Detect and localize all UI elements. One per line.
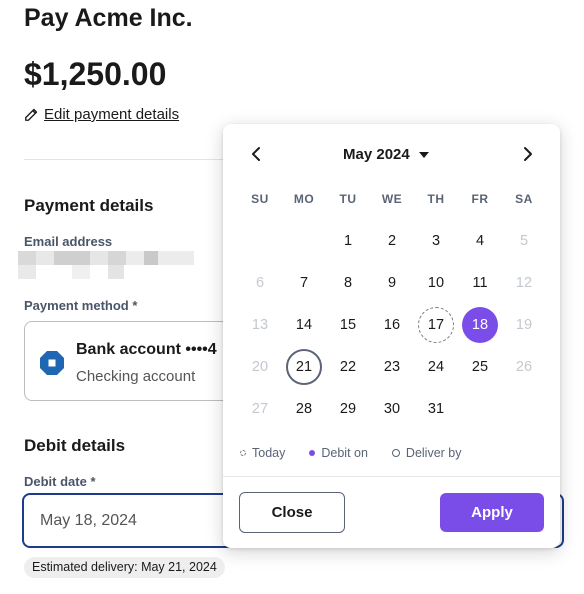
weekday-su: SU	[251, 192, 269, 206]
payment-method-type: Checking account	[76, 368, 196, 385]
apply-button[interactable]: Apply	[440, 493, 544, 532]
calendar-day-10[interactable]: 10	[418, 265, 454, 301]
chevron-left-icon	[252, 147, 260, 161]
month-year-selector[interactable]: May 2024	[343, 146, 429, 163]
month-year-label: May 2024	[343, 146, 410, 163]
calendar-day-8[interactable]: 8	[330, 265, 366, 301]
calendar-day-27: 27	[251, 401, 269, 417]
edit-link-label: Edit payment details	[44, 106, 180, 123]
legend-deliver-label: Deliver by	[405, 446, 462, 460]
calendar-day-28[interactable]: 28	[286, 391, 322, 427]
payment-amount: $1,250.00	[24, 56, 167, 92]
pencil-icon	[25, 108, 38, 121]
calendar-day-4[interactable]: 4	[462, 223, 498, 259]
payment-details-heading: Payment details	[24, 196, 154, 215]
calendar-day-5: 5	[519, 233, 529, 249]
calendar-header: May 2024	[223, 124, 560, 184]
weekday-we: WE	[381, 192, 403, 206]
calendar-day-23[interactable]: 23	[374, 349, 410, 385]
page-title: Pay Acme Inc.	[24, 4, 193, 32]
legend-debit: Debit on	[309, 446, 368, 460]
weekday-th: TH	[427, 192, 445, 206]
payment-method-name: Bank account ••••4	[76, 341, 217, 358]
calendar-day-30[interactable]: 30	[374, 391, 410, 427]
legend-debit-label: Debit on	[321, 446, 368, 460]
calendar-legend: Today Debit on Deliver by	[240, 446, 486, 460]
legend-today-label: Today	[252, 446, 286, 460]
divider	[24, 159, 234, 160]
weekday-mo: MO	[293, 192, 315, 206]
payment-method-label: Payment method *	[24, 298, 138, 313]
debit-details-heading: Debit details	[24, 436, 126, 455]
email-label: Email address	[24, 234, 113, 249]
calendar-day-22[interactable]: 22	[330, 349, 366, 385]
prev-month-button[interactable]	[244, 142, 268, 166]
calendar-day-20: 20	[251, 359, 269, 375]
calendar-day-17[interactable]: 17	[418, 307, 454, 343]
next-month-button[interactable]	[516, 142, 540, 166]
calendar-day-14[interactable]: 14	[286, 307, 322, 343]
calendar-day-19: 19	[515, 317, 533, 333]
deliver-dot-icon	[391, 449, 400, 457]
calendar-day-3[interactable]: 3	[418, 223, 454, 259]
chevron-right-icon	[524, 147, 532, 161]
legend-deliver: Deliver by	[391, 446, 462, 460]
legend-today: Today	[240, 446, 285, 460]
calendar-day-6: 6	[255, 275, 265, 291]
calendar-day-21[interactable]: 21	[286, 349, 322, 385]
bank-logo-icon	[40, 351, 64, 375]
edit-payment-details-link[interactable]: Edit payment details	[24, 106, 179, 123]
email-redacted	[18, 251, 194, 279]
caret-down-icon	[418, 151, 429, 158]
today-dot-icon	[240, 450, 246, 456]
calendar-day-16[interactable]: 16	[374, 307, 410, 343]
date-picker-popover: May 2024 SU MO TU WE TH FR SA 1 2 3 4 5 6 7 8 9 10 11 12 1…	[223, 124, 560, 548]
calendar-day-18[interactable]: 18	[462, 307, 498, 343]
calendar-day-24[interactable]: 24	[418, 349, 454, 385]
popover-divider	[223, 476, 560, 477]
estimated-delivery-badge: Estimated delivery: May 21, 2024	[24, 557, 225, 578]
debit-date-label: Debit date *	[24, 474, 96, 489]
calendar-day-9[interactable]: 9	[374, 265, 410, 301]
calendar-day-1[interactable]: 1	[330, 223, 366, 259]
calendar-day-12: 12	[515, 275, 533, 291]
calendar-day-31[interactable]: 31	[418, 391, 454, 427]
calendar-day-11[interactable]: 11	[462, 265, 498, 301]
calendar-day-25[interactable]: 25	[462, 349, 498, 385]
debit-dot-icon	[309, 450, 316, 456]
calendar-day-7[interactable]: 7	[286, 265, 322, 301]
calendar-day-29[interactable]: 29	[330, 391, 366, 427]
weekday-sa: SA	[515, 192, 533, 206]
calendar-day-15[interactable]: 15	[330, 307, 366, 343]
calendar-day-26: 26	[515, 359, 533, 375]
calendar-day-2[interactable]: 2	[374, 223, 410, 259]
close-button[interactable]: Close	[239, 492, 345, 533]
weekday-fr: FR	[471, 192, 489, 206]
calendar-day-13: 13	[251, 317, 269, 333]
weekday-tu: TU	[339, 192, 357, 206]
